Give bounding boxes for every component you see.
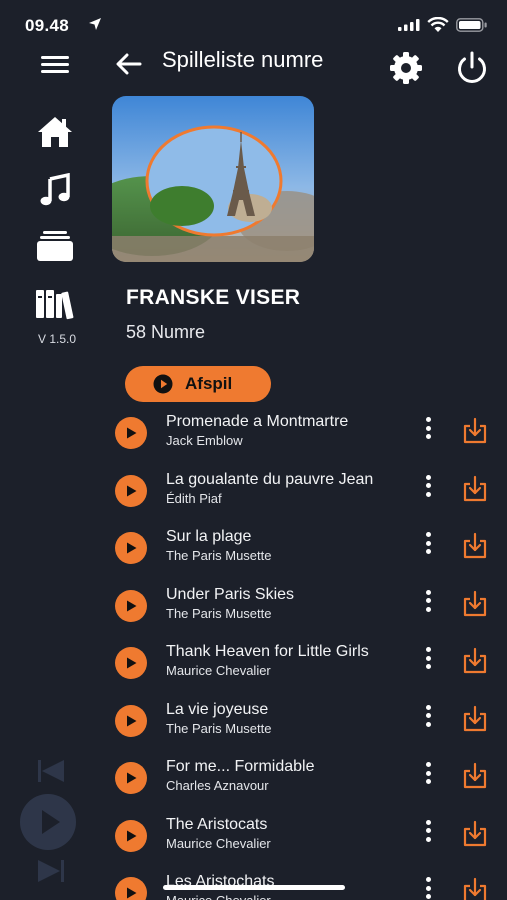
download-icon[interactable] [460,474,490,504]
track-artist: Charles Aznavour [166,778,269,793]
download-icon[interactable] [460,416,490,446]
track-title: Promenade a Montmartre [166,413,349,430]
play-circle-icon [153,374,173,394]
play-all-label: Afspil [185,374,233,393]
track-play-button[interactable] [115,647,147,679]
play-icon [127,715,137,726]
track-artist: Maurice Chevalier [166,893,271,900]
play-icon [127,600,137,611]
track-title: Sur la plage [166,528,252,545]
track-play-button[interactable] [115,819,147,852]
track-row[interactable]: La vie joyeuse The Paris Musette [0,692,507,750]
track-title: Thank Heaven for Little Girls [166,643,369,660]
status-time: 09.48 [25,16,70,35]
download-icon[interactable] [460,876,490,900]
track-artist: Édith Piaf [166,490,222,506]
download-icon[interactable] [460,761,490,791]
track-artist: The Paris Musette [166,720,272,736]
download-icon[interactable] [460,589,490,619]
page-title: Spilleliste numre [162,47,324,72]
more-options-icon[interactable] [418,759,438,787]
play-icon [127,657,137,669]
track-title: The Aristocats [166,815,268,833]
library-icon [36,290,74,320]
track-play-button[interactable] [115,589,147,622]
track-play-button[interactable] [115,474,147,507]
cellular-signal-icon [398,19,420,31]
track-row[interactable]: Under Paris Skies The Paris Musette [0,577,507,635]
track-play-button[interactable] [115,417,147,449]
play-icon [127,427,137,439]
track-play-button[interactable] [115,877,147,900]
back-arrow-icon[interactable] [112,48,146,80]
play-icon [127,485,137,496]
hamburger-menu-icon[interactable] [38,50,72,78]
more-options-icon[interactable] [418,702,438,730]
playlist-cover-image [112,96,314,262]
track-row[interactable]: La goualante du pauvre Jean Édith Piaf [0,462,507,520]
mini-player-controls[interactable] [18,752,82,892]
home-icon [38,117,72,147]
play-icon [127,887,137,899]
more-options-icon[interactable] [418,414,438,442]
track-row[interactable]: Promenade a Montmartre Jack Emblow [0,404,507,462]
home-indicator [163,885,345,890]
more-options-icon[interactable] [418,529,438,557]
track-artist: Maurice Chevalier [166,663,271,678]
track-artist: The Paris Musette [166,605,272,621]
play-icon [127,542,137,554]
battery-icon [456,18,487,32]
music-note-icon [40,173,70,206]
header: Spilleliste numre [0,40,507,88]
playlist-title: FRANSKE VISER [126,286,301,309]
download-icon[interactable] [460,646,490,676]
play-icon [127,772,137,784]
track-artist: Maurice Chevalier [166,835,271,851]
track-play-button[interactable] [115,762,147,794]
location-arrow-icon [89,18,101,30]
track-title: For me... Formidable [166,758,315,775]
sidebar-item-music[interactable] [30,168,80,212]
play-icon [127,830,137,841]
track-play-button[interactable] [115,532,147,564]
track-play-button[interactable] [115,704,147,737]
track-title: La vie joyeuse [166,700,269,718]
more-options-icon[interactable] [418,587,438,615]
sidebar-item-library[interactable] [30,282,80,326]
more-options-icon[interactable] [418,874,438,900]
app-version: V 1.5.0 [37,332,77,346]
power-icon[interactable] [452,48,492,88]
gear-icon[interactable] [386,48,426,88]
wifi-icon [427,17,449,32]
download-icon[interactable] [460,531,490,561]
track-row[interactable]: Thank Heaven for Little Girls Maurice Che… [0,634,507,692]
track-artist: Jack Emblow [166,433,243,448]
more-options-icon[interactable] [418,644,438,672]
album-stack-icon [37,231,73,261]
download-icon[interactable] [460,704,490,734]
track-artist: The Paris Musette [166,548,272,563]
sidebar-item-home[interactable] [30,110,80,154]
sidebar-item-albums[interactable] [30,224,80,268]
track-count: 58 Numre [126,322,206,342]
more-options-icon[interactable] [418,817,438,845]
track-row[interactable]: Sur la plage The Paris Musette [0,519,507,577]
download-icon[interactable] [460,819,490,849]
track-title: La goualante du pauvre Jean [166,470,374,488]
play-all-button[interactable]: Afspil [125,366,271,402]
track-title: Under Paris Skies [166,585,295,603]
more-options-icon[interactable] [418,472,438,500]
